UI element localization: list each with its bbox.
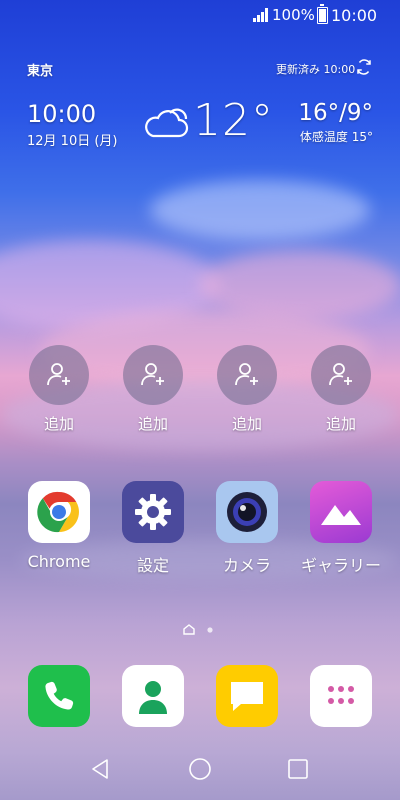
app-label: カメラ bbox=[222, 556, 271, 575]
gear-icon bbox=[135, 494, 171, 530]
home-icon bbox=[189, 758, 211, 780]
app-drawer-icon bbox=[328, 686, 354, 704]
refresh-icon[interactable] bbox=[355, 58, 373, 76]
dock-app-drawer[interactable] bbox=[310, 665, 372, 727]
shortcut-label: 追加 bbox=[325, 415, 356, 433]
add-contact-icon bbox=[235, 363, 258, 386]
add-contact-icon bbox=[329, 363, 352, 386]
add-shortcut-2[interactable]: 追加 bbox=[113, 345, 193, 434]
cloudy-icon bbox=[145, 108, 189, 138]
add-contact-icon bbox=[141, 363, 164, 386]
recents-button[interactable] bbox=[285, 756, 311, 782]
gallery-icon bbox=[321, 505, 361, 525]
app-gallery[interactable]: ギャラリー bbox=[295, 481, 387, 576]
battery-icon bbox=[317, 7, 328, 24]
dock-contacts[interactable] bbox=[122, 665, 184, 727]
back-icon bbox=[92, 759, 108, 779]
home-page-icon bbox=[183, 624, 195, 635]
weather-city[interactable]: 東京 bbox=[27, 60, 53, 79]
app-settings[interactable]: 設定 bbox=[107, 481, 199, 576]
add-shortcut-1[interactable]: 追加 bbox=[19, 345, 99, 434]
camera-icon bbox=[227, 492, 267, 532]
widget-time[interactable]: 10:00 bbox=[27, 100, 96, 128]
contacts-icon bbox=[139, 681, 167, 714]
add-shortcut-4[interactable]: 追加 bbox=[301, 345, 381, 434]
signal-icon bbox=[253, 8, 268, 22]
high-low-temperature: 16°/9° bbox=[298, 100, 373, 126]
weather-updated: 更新済み 10:00 bbox=[276, 63, 356, 76]
status-clock: 10:00 bbox=[331, 6, 378, 25]
add-contact-icon bbox=[47, 363, 70, 386]
app-label: Chrome bbox=[27, 552, 91, 571]
widget-date: 12月 10日 (月) bbox=[27, 134, 118, 149]
shortcut-label: 追加 bbox=[231, 415, 262, 433]
battery-percent: 100% bbox=[272, 6, 315, 24]
recents-icon bbox=[288, 759, 308, 779]
app-chrome[interactable]: Chrome bbox=[13, 481, 105, 571]
app-label: ギャラリー bbox=[300, 556, 381, 575]
app-camera[interactable]: カメラ bbox=[201, 481, 293, 576]
shortcut-label: 追加 bbox=[137, 415, 168, 433]
page-indicator[interactable] bbox=[182, 622, 222, 636]
chrome-icon bbox=[37, 491, 79, 533]
status-bar: 100% 10:00 bbox=[0, 0, 400, 32]
back-button[interactable] bbox=[87, 756, 113, 782]
feels-like: 体感温度 15° bbox=[299, 130, 373, 144]
shortcut-label: 追加 bbox=[43, 415, 74, 433]
dock-phone[interactable] bbox=[28, 665, 90, 727]
phone-icon bbox=[45, 681, 74, 710]
add-shortcut-3[interactable]: 追加 bbox=[207, 345, 287, 434]
app-label: 設定 bbox=[136, 556, 169, 575]
dock-messages[interactable] bbox=[216, 665, 278, 727]
home-button[interactable] bbox=[187, 756, 213, 782]
messages-icon bbox=[231, 682, 263, 711]
page-dot bbox=[207, 627, 213, 633]
current-temperature: 12° bbox=[193, 95, 274, 146]
